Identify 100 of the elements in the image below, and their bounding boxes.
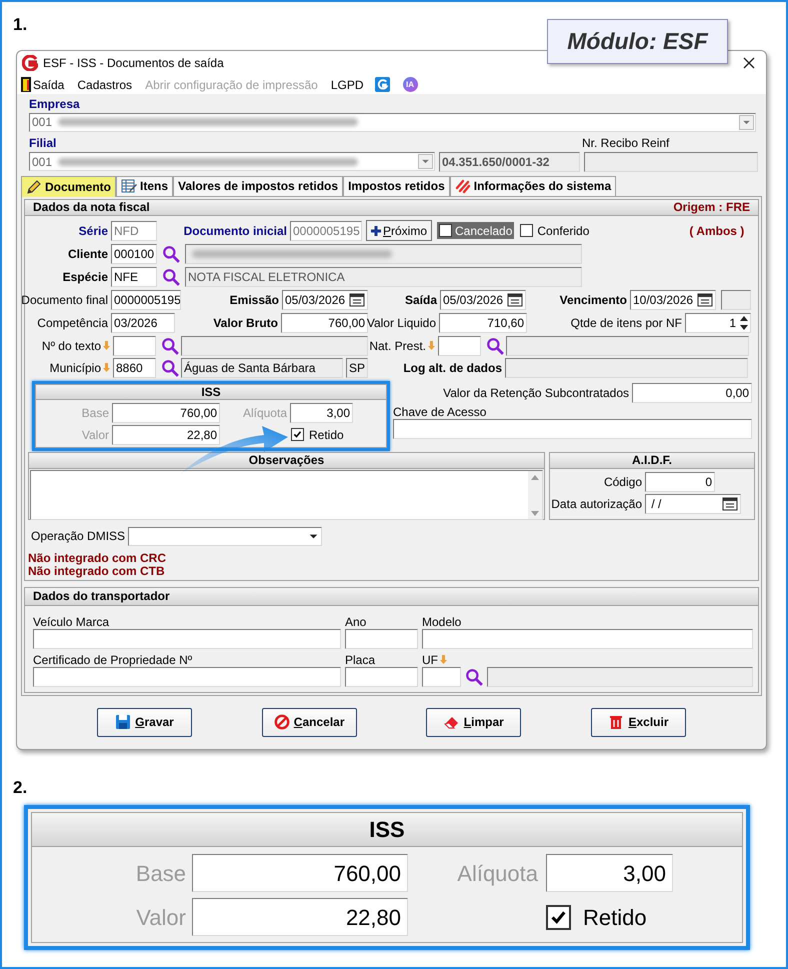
field-label: Município xyxy=(50,360,101,377)
field-label: Código xyxy=(604,474,642,491)
checkmark-icon xyxy=(293,430,302,440)
ia-button[interactable]: IA xyxy=(402,77,418,92)
spin-field[interactable]: 1 xyxy=(685,313,751,334)
text-area[interactable] xyxy=(30,470,543,520)
tab[interactable]: Informações do sistema xyxy=(450,176,616,196)
input-field[interactable]: 22,80 xyxy=(112,424,220,445)
field-label: Espécie xyxy=(62,269,108,286)
input-field[interactable] xyxy=(185,244,582,264)
input-field[interactable] xyxy=(422,628,753,649)
field-label: Valor xyxy=(136,904,186,932)
field-label: Saída xyxy=(404,292,437,310)
date-field[interactable]: 05/03/2026 xyxy=(440,290,526,310)
date-field[interactable]: 05/03/2026 xyxy=(282,290,368,310)
input-field[interactable] xyxy=(721,290,751,310)
next-button[interactable]: Próximo xyxy=(366,220,432,242)
input-field[interactable]: 710,60 xyxy=(439,313,527,334)
input-field[interactable]: 760,00 xyxy=(112,402,220,423)
date-field[interactable]: 10/03/2026 xyxy=(630,290,716,310)
dropdown[interactable]: 001 xyxy=(29,152,435,172)
app-logo-icon xyxy=(22,55,38,72)
input-field[interactable]: 000100 xyxy=(111,244,157,264)
input-field[interactable] xyxy=(345,628,418,649)
menu-item[interactable]: LGPD xyxy=(330,76,364,94)
field-label: Veículo Marca xyxy=(33,614,110,629)
action-button[interactable]: Limpar xyxy=(426,708,522,737)
checkbox[interactable] xyxy=(520,224,534,238)
input-field[interactable]: NOTA FISCAL ELETRONICA xyxy=(185,267,582,288)
date-field[interactable]: / / xyxy=(645,494,741,514)
calendar-icon xyxy=(722,496,738,511)
input-field[interactable] xyxy=(181,336,368,356)
input-field[interactable] xyxy=(422,666,461,687)
checkbox[interactable] xyxy=(546,904,571,930)
field-label: Emissão xyxy=(230,292,279,310)
field-label: UF xyxy=(422,652,438,667)
input-field[interactable]: 0 xyxy=(645,472,715,492)
trash-icon xyxy=(608,714,624,730)
input-field[interactable]: 3,00 xyxy=(546,854,673,892)
search-icon xyxy=(162,245,180,264)
input-field[interactable]: NFE xyxy=(111,267,157,288)
checkbox[interactable] xyxy=(439,224,452,238)
field-value: 001 xyxy=(32,154,52,171)
field-label: Empresa xyxy=(29,96,80,113)
input-field[interactable]: 760,00 xyxy=(281,313,368,334)
field-value: / / xyxy=(650,496,662,513)
action-button[interactable]: Gravar xyxy=(97,708,192,737)
input-field[interactable]: 760,00 xyxy=(192,854,408,892)
field-label: Placa xyxy=(345,652,376,667)
tab[interactable]: Itens xyxy=(116,176,174,196)
down-arrow-icon xyxy=(428,341,435,350)
input-field[interactable] xyxy=(506,336,749,356)
tab[interactable]: Documento xyxy=(21,176,116,197)
field-value: 05/03/2026 xyxy=(285,292,346,310)
input-field[interactable]: 3,00 xyxy=(290,402,353,423)
action-button[interactable]: Excluir xyxy=(590,708,686,737)
input-field[interactable]: 04.351.650/0001-32 xyxy=(439,152,580,172)
plus-icon xyxy=(370,226,381,236)
input-field[interactable] xyxy=(33,628,341,649)
checkbox-label: Retido xyxy=(583,904,647,932)
input-field[interactable]: SP xyxy=(346,358,368,378)
menu-item[interactable]: Saída xyxy=(33,76,64,94)
input-field[interactable]: 8860 xyxy=(113,358,156,378)
field-value: 10/03/2026 xyxy=(633,292,694,310)
input-field[interactable] xyxy=(584,152,758,172)
input-field[interactable]: 0000005195 xyxy=(111,290,181,310)
input-field[interactable] xyxy=(113,336,156,356)
tab[interactable]: Valores de impostos retidos xyxy=(173,176,344,196)
action-button[interactable]: Cancelar xyxy=(262,708,357,737)
search-icon xyxy=(486,336,504,355)
input-field[interactable]: 03/2026 xyxy=(111,313,175,334)
field-label: Filial xyxy=(29,134,56,152)
section-header: Dados do transportador xyxy=(25,588,758,606)
stripes-icon xyxy=(454,178,471,194)
input-field[interactable] xyxy=(393,418,752,439)
input-field[interactable] xyxy=(345,666,418,687)
tab[interactable]: Impostos retidos xyxy=(343,176,450,196)
menu-item[interactable]: Cadastros xyxy=(77,76,132,94)
input-field[interactable] xyxy=(487,666,753,687)
input-field[interactable] xyxy=(33,666,341,687)
dropdown[interactable] xyxy=(128,526,322,546)
input-field[interactable] xyxy=(505,358,748,378)
dropdown[interactable]: 001 xyxy=(29,112,756,132)
section-header: A.I.D.F. xyxy=(550,452,754,469)
field-label: Ano xyxy=(345,614,366,629)
spin-arrows-icon xyxy=(738,314,750,332)
search-icon xyxy=(162,268,180,286)
step-label: 2. xyxy=(13,777,28,799)
field-label: Série xyxy=(78,222,108,240)
section-header: Observações xyxy=(29,452,544,469)
field-value: 05/03/2026 xyxy=(443,292,504,310)
input-field[interactable]: 0,00 xyxy=(632,382,752,403)
search-icon xyxy=(161,336,179,355)
input-field[interactable]: Águas de Santa Bárbara xyxy=(181,358,343,378)
checkbox[interactable] xyxy=(291,428,304,442)
eraser-icon xyxy=(444,714,460,730)
input-field[interactable] xyxy=(438,336,481,356)
input-field[interactable]: 22,80 xyxy=(192,898,408,936)
field-label: Nr. Recibo Reinf xyxy=(582,134,670,152)
step-label: 1. xyxy=(13,14,28,36)
